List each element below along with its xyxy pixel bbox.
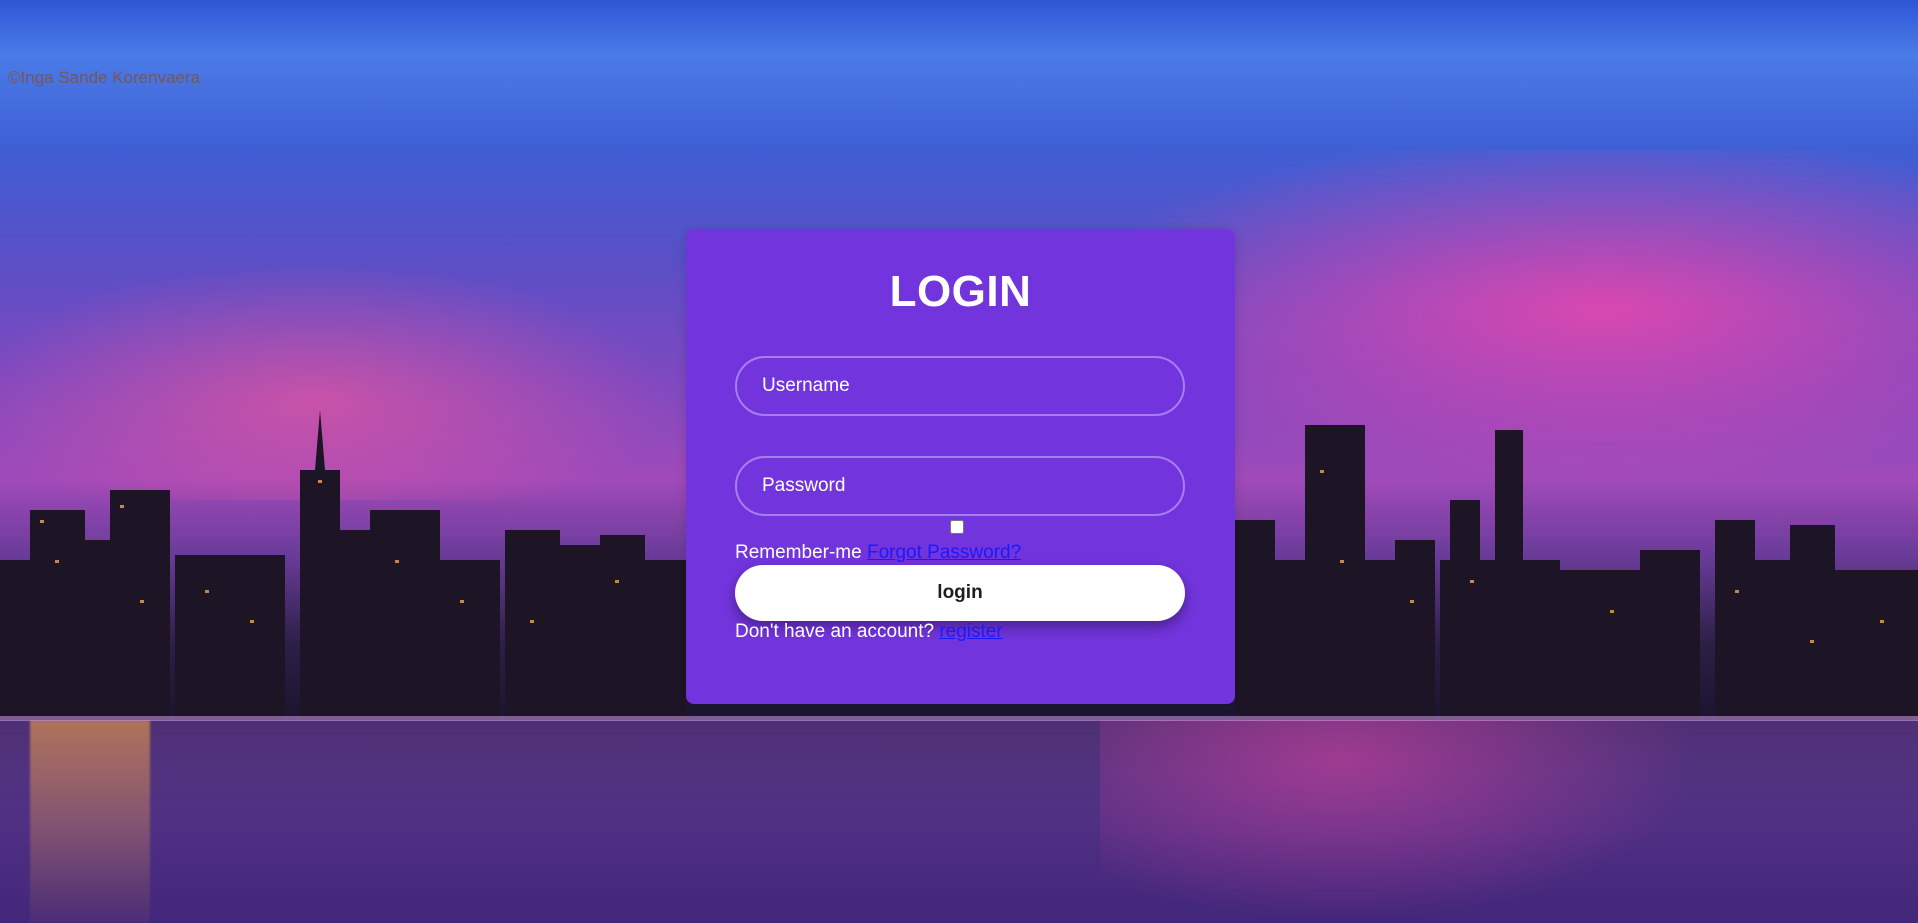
register-link[interactable]: register <box>939 621 1002 642</box>
forgot-password-link[interactable]: Forgot Password? <box>867 542 1021 563</box>
photo-credit: ©Inga Sande Korenvaera <box>8 68 201 87</box>
password-field[interactable] <box>735 456 1185 516</box>
login-card: LOGIN Remember-me Forgot Password? login… <box>686 229 1235 704</box>
remember-row: Remember-me Forgot Password? <box>735 542 1021 564</box>
register-prompt: Don't have an account? <box>735 621 935 642</box>
username-field[interactable] <box>735 356 1185 416</box>
login-title: LOGIN <box>889 267 1032 316</box>
login-button[interactable]: login <box>735 565 1185 621</box>
remember-me-checkbox[interactable] <box>950 520 964 534</box>
remember-me-label: Remember-me <box>735 542 862 563</box>
register-row: Don't have an account? register <box>735 621 1003 643</box>
